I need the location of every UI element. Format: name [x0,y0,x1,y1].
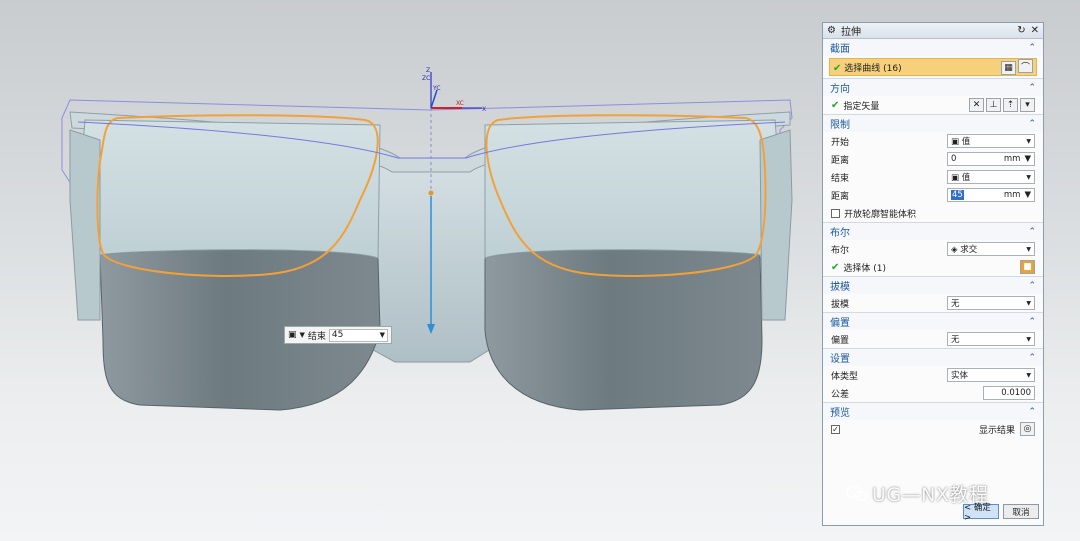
tolerance-row: 公差 0.0100 [823,384,1043,402]
axis-yc-label: YC [432,85,441,92]
axis-x-label: X [482,106,486,113]
right-lens-dark [484,249,763,411]
vector-origin [428,190,434,196]
inferred-vector-icon[interactable]: ⇡ [1003,98,1018,112]
distance1-row: 距离 0 mm ▼ [823,150,1043,168]
preview-checkbox[interactable]: ✓ [831,424,840,434]
direction-group: 方向 ⌃ ✔ 指定矢量 ✕ ⊥ ⇡ ▾ [823,79,1043,115]
vector-dialog-icon[interactable]: ⊥ [986,98,1001,112]
boolean-row: 布尔 ◈ 求交 ▼ [823,240,1043,258]
gear-icon[interactable]: ⚙ [827,25,836,36]
start-row: 开始 ▣ 值 ▼ [823,132,1043,150]
left-side [69,129,101,321]
boolean-select[interactable]: ◈ 求交 ▼ [947,242,1035,256]
curve-icon[interactable]: ⌒ [1018,59,1033,74]
boolean-group: 布尔 ⌃ 布尔 ◈ 求交 ▼ ✔ 选择体 (1) ■ [823,223,1043,277]
distance1-field[interactable]: 0 mm ▼ [947,152,1035,166]
axis-z-label: Z [426,67,430,74]
axis-xc-label: XC [456,100,464,107]
offset-group: 偏置 ⌃ 偏置 无 ▼ [823,313,1043,349]
sketch-section-icon[interactable]: ▦ [1001,60,1016,75]
cancel-button[interactable]: 取消 [1003,504,1039,519]
distance2-label: 距离 [831,191,850,202]
end-value-field[interactable]: 45 ▼ [328,328,388,342]
collapse-icon[interactable]: ⌃ [1028,317,1036,327]
start-select[interactable]: ▣ 值 ▼ [947,134,1035,148]
start-label: 开始 [831,137,850,148]
watermark-text: UG—NX教程 [872,484,989,506]
select-curve-label: 选择曲线 (16) [844,63,902,74]
collapse-icon[interactable]: ⌃ [1028,83,1036,93]
extrude-dialog: ⚙ 拉伸 ↻ ✕ 截面 ⌃ ✔ 选择曲线 (16) ▦ ⌒ 方向 ⌃ ✔ 指定矢量… [822,22,1044,526]
distance2-field[interactable]: 45 mm ▼ [947,188,1035,202]
solid-body-icon[interactable]: ■ [1020,260,1035,274]
body-type-row: 体类型 实体 ▼ [823,366,1043,384]
show-result-label: 显示结果 [978,425,1015,436]
open-profile-checkbox[interactable] [831,208,840,218]
watermark: UG—NX教程 [846,480,988,507]
wechat-icon [846,485,868,501]
boolean-label: 布尔 [831,245,850,256]
draft-group-header[interactable]: 拔模 ⌃ [823,277,1043,294]
draft-row: 拔模 无 ▼ [823,294,1043,312]
specify-vector-row[interactable]: ✔ 指定矢量 ✕ ⊥ ⇡ ▾ [823,96,1043,114]
draft-label: 拔模 [831,299,850,310]
collapse-icon[interactable]: ⌃ [1028,119,1036,129]
boolean-group-header[interactable]: 布尔 ⌃ [823,223,1043,240]
body-type-label: 体类型 [831,371,859,382]
axis-zc-label: ZC [422,75,430,82]
offset-group-header[interactable]: 偏置 ⌃ [823,313,1043,330]
collapse-icon[interactable]: ⌃ [1028,281,1036,291]
settings-group-header[interactable]: 设置 ⌃ [823,349,1043,366]
settings-group: 设置 ⌃ 体类型 实体 ▼ 公差 0.0100 [823,349,1043,403]
limits-group-header[interactable]: 限制 ⌃ [823,115,1043,132]
collapse-icon[interactable]: ⌃ [1028,407,1036,417]
section-group-header[interactable]: 截面 ⌃ [823,39,1043,56]
offset-row: 偏置 无 ▼ [823,330,1043,348]
section-group: 截面 ⌃ ✔ 选择曲线 (16) ▦ ⌒ [823,39,1043,79]
collapse-icon[interactable]: ⌃ [1028,227,1036,237]
check-icon: ✔ [833,62,842,74]
dialog-title: 拉伸 [840,27,861,38]
show-result-icon[interactable]: ◎ [1020,422,1035,436]
chevron-down-icon[interactable]: ▾ [1020,98,1035,112]
reverse-direction-icon[interactable]: ✕ [969,98,984,112]
reset-icon[interactable]: ↻ [1017,25,1025,36]
csys-yc [430,89,438,109]
end-value-input[interactable]: ▣ ▼ 结束 45 ▼ [284,326,392,344]
preview-group: 预览 ⌃ ✓ 显示结果 ◎ [823,403,1043,438]
select-body-row[interactable]: ✔ 选择体 (1) ■ [823,258,1043,276]
value-cube-icon[interactable]: ▣ [288,330,297,340]
body-type-select[interactable]: 实体 ▼ [947,368,1035,382]
end-label: 结束 [307,331,326,342]
chevron-down-icon[interactable]: ▼ [300,331,305,339]
open-profile-label: 开放轮廓智能体积 [844,209,917,220]
close-icon[interactable]: ✕ [1031,25,1039,36]
distance1-label: 距离 [831,155,850,166]
draft-group: 拔模 ⌃ 拔模 无 ▼ [823,277,1043,313]
distance2-row: 距离 45 mm ▼ [823,186,1043,204]
select-curve-row[interactable]: ✔ 选择曲线 (16) ▦ ⌒ [829,58,1037,76]
direction-group-header[interactable]: 方向 ⌃ [823,79,1043,96]
preview-group-header[interactable]: 预览 ⌃ [823,403,1043,420]
offset-select[interactable]: 无 ▼ [947,332,1035,346]
tolerance-label: 公差 [831,389,850,400]
specify-vector-label: 指定矢量 [843,101,880,112]
end-row: 结束 ▣ 值 ▼ [823,168,1043,186]
end-select[interactable]: ▣ 值 ▼ [947,170,1035,184]
chevron-down-icon[interactable]: ▼ [380,331,385,339]
check-icon: ✔ [831,99,840,111]
collapse-icon[interactable]: ⌃ [1028,353,1036,363]
dialog-titlebar: ⚙ 拉伸 ↻ ✕ [823,23,1043,39]
end-label: 结束 [831,173,850,184]
offset-label: 偏置 [831,335,850,346]
check-icon: ✔ [831,261,840,273]
select-body-label: 选择体 (1) [843,263,887,274]
draft-select[interactable]: 无 ▼ [947,296,1035,310]
open-profile-row[interactable]: 开放轮廓智能体积 [823,204,1043,222]
limits-group: 限制 ⌃ 开始 ▣ 值 ▼ 距离 0 mm ▼ 结束 ▣ 值 ▼ 距离 45 mm ▼ 开放… [823,115,1043,223]
collapse-icon[interactable]: ⌃ [1028,43,1036,53]
tolerance-field[interactable]: 0.0100 [983,386,1035,400]
preview-row: ✓ 显示结果 ◎ [823,420,1043,438]
